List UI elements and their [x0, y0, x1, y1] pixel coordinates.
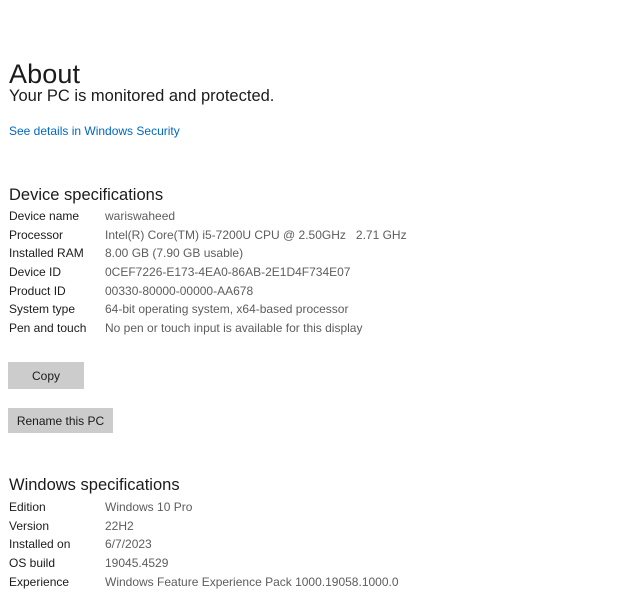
table-row: Installed on 6/7/2023	[9, 535, 609, 554]
spec-label: Pen and touch	[9, 321, 87, 336]
windows-security-details-link[interactable]: See details in Windows Security	[9, 123, 180, 139]
spec-value: wariswaheed	[105, 209, 176, 223]
table-row: Installed RAM 8.00 GB (7.90 GB usable)	[9, 244, 609, 263]
table-row: OS build 19045.4529	[9, 554, 609, 573]
spec-value: 6/7/2023	[105, 537, 152, 552]
spec-label: System type	[9, 302, 76, 317]
spec-label: Device name	[9, 209, 80, 223]
copy-button[interactable]: Copy	[8, 362, 84, 389]
spec-value: 8.00 GB (7.90 GB usable)	[105, 246, 244, 261]
table-row: Processor Intel(R) Core(TM) i5-7200U CPU…	[9, 226, 609, 245]
spec-value: No pen or touch input is available for t…	[105, 321, 363, 336]
spec-value: 64-bit operating system, x64-based proce…	[105, 302, 349, 317]
spec-value: Windows 10 Pro	[105, 500, 193, 514]
device-specifications-heading: Device specifications	[9, 185, 164, 204]
spec-label: Installed on	[9, 537, 71, 552]
spec-label: Version	[9, 518, 50, 533]
table-row: Device ID 0CEF7226-E173-4EA0-86AB-2E1D4F…	[9, 263, 609, 282]
table-row: Version 22H2	[9, 517, 609, 536]
table-row: Product ID 00330-80000-00000-AA678	[9, 282, 609, 301]
spec-label: Edition	[9, 500, 46, 514]
table-row: System type 64-bit operating system, x64…	[9, 300, 609, 319]
spec-label: OS build	[9, 556, 56, 571]
protection-status-text: Your PC is monitored and protected.	[9, 87, 275, 105]
about-settings-page: About Your PC is monitored and protected…	[0, 0, 624, 600]
table-row: Experience Windows Feature Experience Pa…	[9, 573, 609, 592]
windows-specifications-heading: Windows specifications	[9, 475, 180, 494]
device-specifications-table: Device name wariswaheed Processor Intel(…	[9, 207, 609, 338]
spec-label: Experience	[9, 574, 70, 589]
spec-value: 0CEF7226-E173-4EA0-86AB-2E1D4F734E07	[105, 265, 351, 280]
spec-value: 19045.4529	[105, 556, 169, 571]
rename-this-pc-button[interactable]: Rename this PC	[8, 408, 113, 433]
spec-value: Intel(R) Core(TM) i5-7200U CPU @ 2.50GHz…	[105, 227, 407, 242]
table-row: Edition Windows 10 Pro	[9, 498, 609, 517]
spec-value: 00330-80000-00000-AA678	[105, 283, 254, 298]
table-row: Pen and touch No pen or touch input is a…	[9, 319, 609, 338]
windows-specifications-table: Edition Windows 10 Pro Version 22H2 Inst…	[9, 498, 609, 591]
spec-value: 22H2	[105, 518, 134, 533]
spec-label: Processor	[9, 227, 64, 242]
spec-value: Windows Feature Experience Pack 1000.190…	[105, 574, 399, 589]
spec-label: Installed RAM	[9, 246, 84, 261]
table-row: Device name wariswaheed	[9, 207, 609, 226]
spec-label: Product ID	[9, 283, 66, 298]
spec-label: Device ID	[9, 265, 62, 280]
